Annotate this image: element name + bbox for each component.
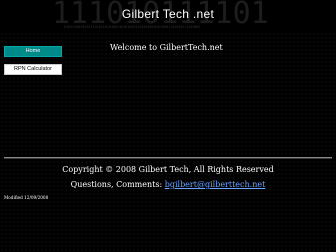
contact-email-link[interactable]: bgilbert@gilberttech.net [165, 180, 266, 189]
sidebar-nav: Home RPN Calculator [4, 46, 62, 82]
welcome-heading: Welcome to GilbertTech.net [110, 43, 223, 52]
nav-item-rpn-calculator[interactable]: RPN Calculator [4, 64, 62, 75]
contact-label: Questions, Comments: [70, 180, 165, 189]
modified-date: Modified 12/09/2008 [4, 195, 49, 200]
site-banner: 111010111101 010111001010111010110101001… [0, 0, 336, 32]
binary-strip: 0101110010101110101101010011010101011010… [64, 25, 201, 29]
site-title: Gilbert Tech .net [121, 7, 215, 21]
nav-item-home[interactable]: Home [4, 46, 62, 57]
contact-line: Questions, Comments: bgilbert@gilberttec… [0, 180, 336, 189]
footer-divider [4, 157, 332, 159]
copyright-text: Copyright © 2008 Gilbert Tech, All Right… [62, 165, 274, 174]
